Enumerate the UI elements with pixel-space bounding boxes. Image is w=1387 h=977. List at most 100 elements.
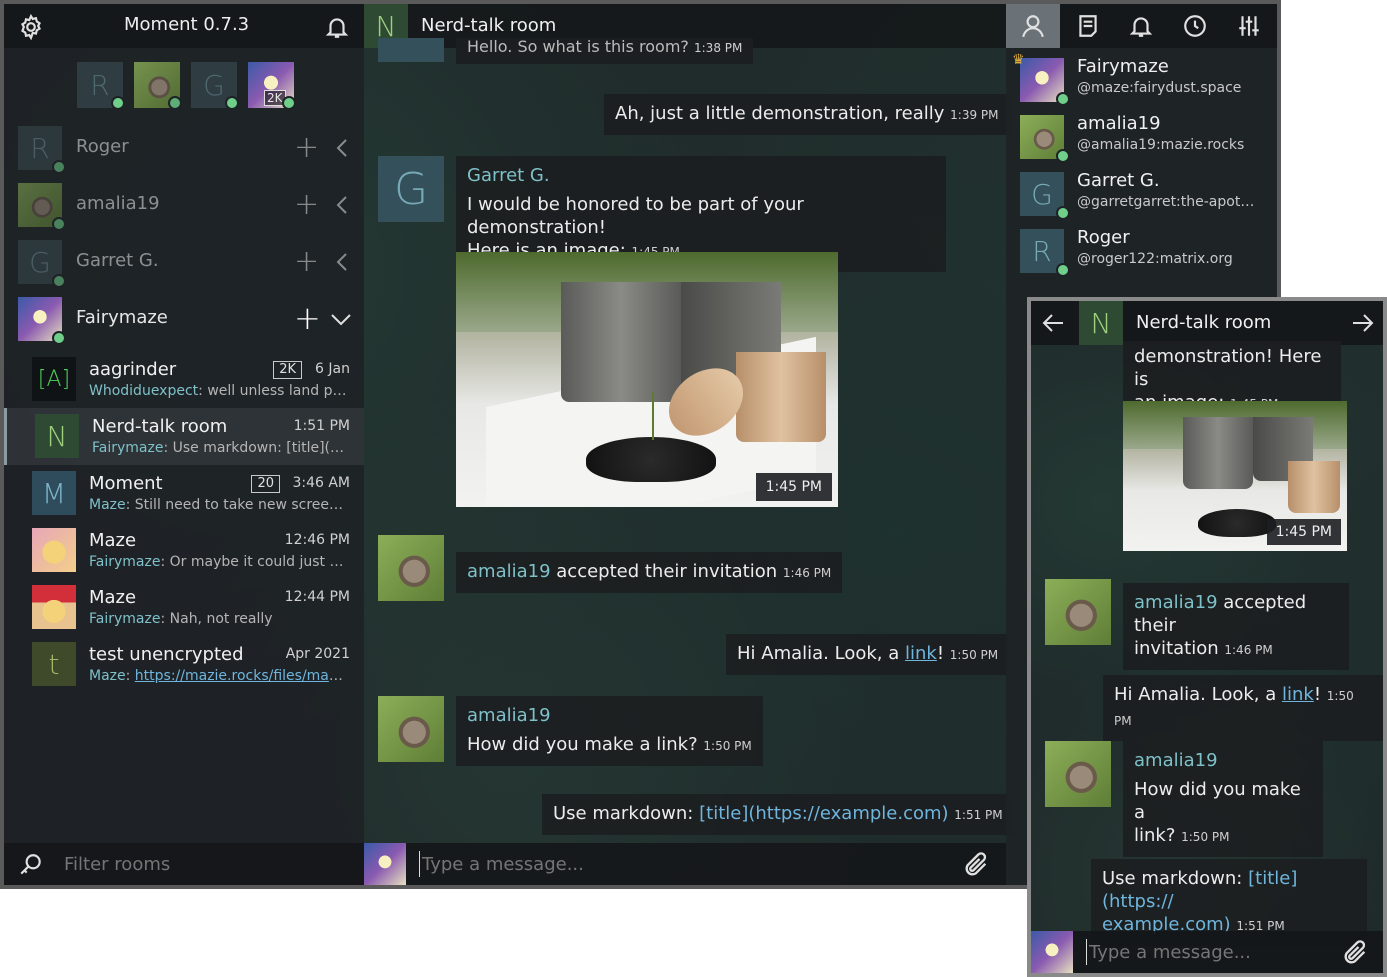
markdown-text: [title](https://example.com): [699, 803, 949, 824]
account-roger[interactable]: R Roger +: [16, 122, 361, 174]
sender-avatar-amalia19[interactable]: [1045, 579, 1111, 645]
filter-rooms-input[interactable]: [64, 851, 344, 877]
message-text: I would be honored to be part of your de…: [467, 194, 804, 238]
message-bubble-1: Ah, just a little demonstration, really …: [604, 94, 1010, 135]
room-item-moment[interactable]: M Moment 20 3:46 AM Maze: Still need to …: [4, 465, 364, 522]
online-indicator: [52, 160, 66, 174]
room-name: Maze: [89, 587, 137, 608]
mobile-composer: [1031, 931, 1383, 973]
room-last-message: Maze: Still need to take new screens…: [89, 497, 349, 513]
room-time: 3:46 AM: [292, 475, 350, 491]
account-strip-garret[interactable]: G: [191, 62, 239, 110]
chevron-left-icon[interactable]: [334, 138, 350, 158]
panel-tabs: [1006, 4, 1277, 48]
member-name: amalia19: [1077, 113, 1161, 134]
online-indicator: [52, 217, 66, 231]
event-bubble: amalia19 accepted their invitation 1:46 …: [456, 552, 843, 593]
unread-badge: 20: [251, 475, 280, 493]
chevron-down-icon[interactable]: [330, 313, 352, 327]
room-item-maze-2[interactable]: Maze 12:44 PM Fairymaze: Nah, not really: [4, 579, 364, 636]
room-notifications-bell-icon[interactable]: [1128, 13, 1154, 39]
room-item-maze-1[interactable]: Maze 12:46 PM Fairymaze: Or maybe it cou…: [4, 522, 364, 579]
online-indicator: [52, 331, 66, 345]
online-indicator: [52, 274, 66, 288]
message-bubble-5: Use markdown: [title](https://example.co…: [542, 794, 1014, 835]
sender-avatar-amalia19[interactable]: [378, 696, 444, 762]
add-room-icon[interactable]: +: [294, 130, 319, 165]
member-item-amalia19[interactable]: amalia19 @amalia19:mazie.rocks: [1006, 109, 1277, 165]
online-indicator: [1056, 92, 1070, 106]
search-key-icon[interactable]: [18, 852, 44, 878]
member-item-fairymaze[interactable]: ♛ Fairymaze @maze:fairydust.space: [1006, 52, 1277, 108]
room-last-message: Fairymaze: Or maybe it could just be…: [89, 554, 349, 570]
avatar-cut-top: [378, 38, 444, 62]
room-item-nerd-talk[interactable]: N Nerd-talk room 1:51 PM Fairymaze: Use …: [4, 408, 364, 465]
attachment-paperclip-icon[interactable]: [962, 851, 990, 879]
member-name: Roger: [1077, 227, 1130, 248]
image-time: 1:45 PM: [755, 473, 832, 501]
room-avatar: [32, 585, 76, 629]
account-name: Fairymaze: [76, 307, 168, 328]
room-avatar: [32, 528, 76, 572]
mobile-window: N Nerd-talk room demonstration! Here is …: [1027, 297, 1387, 977]
room-time: Apr 2021: [285, 646, 350, 662]
room-item-test-unencrypted[interactable]: t test unencrypted Apr 2021 Maze: https:…: [4, 636, 364, 693]
room-title[interactable]: Nerd-talk room: [421, 15, 556, 36]
history-clock-icon[interactable]: [1182, 13, 1208, 39]
tab-members[interactable]: [1006, 4, 1060, 48]
room-details-icon[interactable]: [1075, 13, 1101, 39]
forward-arrow-icon[interactable]: [1351, 312, 1375, 334]
attachment-paperclip-icon[interactable]: [1341, 939, 1369, 967]
add-room-icon[interactable]: +: [294, 299, 321, 337]
notifications-bell-icon[interactable]: [324, 14, 350, 40]
message-bubble-4: amalia19 How did you make a link? 1:50 P…: [456, 696, 763, 766]
member-id: @maze:fairydust.space: [1077, 80, 1242, 96]
message-input[interactable]: [419, 851, 939, 877]
room-item-aagrinder[interactable]: [A] aagrinder 2K 6 Jan Whodiduexpect: we…: [4, 351, 364, 408]
message-text: Ah, just a little demonstration, really: [615, 103, 945, 124]
message-input[interactable]: [1086, 939, 1326, 965]
unread-badge: 2K: [273, 361, 302, 379]
room-avatar: N: [1079, 301, 1123, 345]
account-strip-amalia19[interactable]: [134, 62, 182, 110]
member-name: Garret G.: [1077, 170, 1160, 191]
chevron-left-icon[interactable]: [334, 195, 350, 215]
room-time: 1:51 PM: [293, 418, 350, 434]
room-title[interactable]: Nerd-talk room: [1136, 312, 1271, 333]
message-link[interactable]: link: [905, 643, 937, 664]
member-id: @garretgarret:the-apot…: [1077, 194, 1255, 210]
sender-avatar-amalia19[interactable]: [1045, 741, 1111, 807]
composer: [364, 843, 1006, 885]
account-amalia19[interactable]: amalia19 +: [16, 179, 361, 231]
member-item-roger[interactable]: R Roger @roger122:matrix.org: [1006, 223, 1277, 279]
back-arrow-icon[interactable]: [1041, 312, 1065, 334]
account-fairymaze[interactable]: Fairymaze +: [16, 293, 361, 345]
room-last-message: Fairymaze: Use markdown: [title](ht…: [92, 440, 352, 456]
room-time: 6 Jan: [315, 361, 350, 377]
message-image[interactable]: 1:45 PM: [1123, 401, 1347, 551]
member-id: @amalia19:mazie.rocks: [1077, 137, 1245, 153]
chevron-left-icon[interactable]: [334, 252, 350, 272]
member-item-garret[interactable]: G Garret G. @garretgarret:the-apot…: [1006, 166, 1277, 222]
message-time: 1:39 PM: [950, 108, 999, 122]
room-name: test unencrypted: [89, 644, 244, 665]
room-last-message: Whodiduexpect: well unless land pr…: [89, 383, 349, 399]
account-strip-roger[interactable]: R: [77, 62, 125, 110]
message-bubble-3: Hi Amalia. Look, a link! 1:50 PM: [1103, 675, 1383, 741]
member-name: Fairymaze: [1077, 56, 1169, 77]
settings-gear-icon[interactable]: [18, 14, 44, 40]
message-link[interactable]: link: [1282, 684, 1314, 705]
online-indicator: [111, 96, 125, 110]
add-room-icon[interactable]: +: [294, 244, 319, 279]
event-bubble: amalia19 accepted their invitation 1:46 …: [1123, 583, 1349, 670]
account-garret[interactable]: G Garret G. +: [16, 236, 361, 288]
message-sender: Garret G.: [467, 165, 550, 186]
sender-avatar-garret[interactable]: G: [378, 156, 444, 222]
add-room-icon[interactable]: +: [294, 187, 319, 222]
room-time: 12:44 PM: [284, 589, 350, 605]
message-image[interactable]: 1:45 PM: [456, 252, 838, 507]
account-strip-fairymaze[interactable]: 2K: [248, 62, 296, 110]
sender-avatar-amalia19[interactable]: [378, 535, 444, 601]
room-avatar: N: [35, 414, 79, 458]
settings-sliders-icon[interactable]: [1236, 13, 1262, 39]
